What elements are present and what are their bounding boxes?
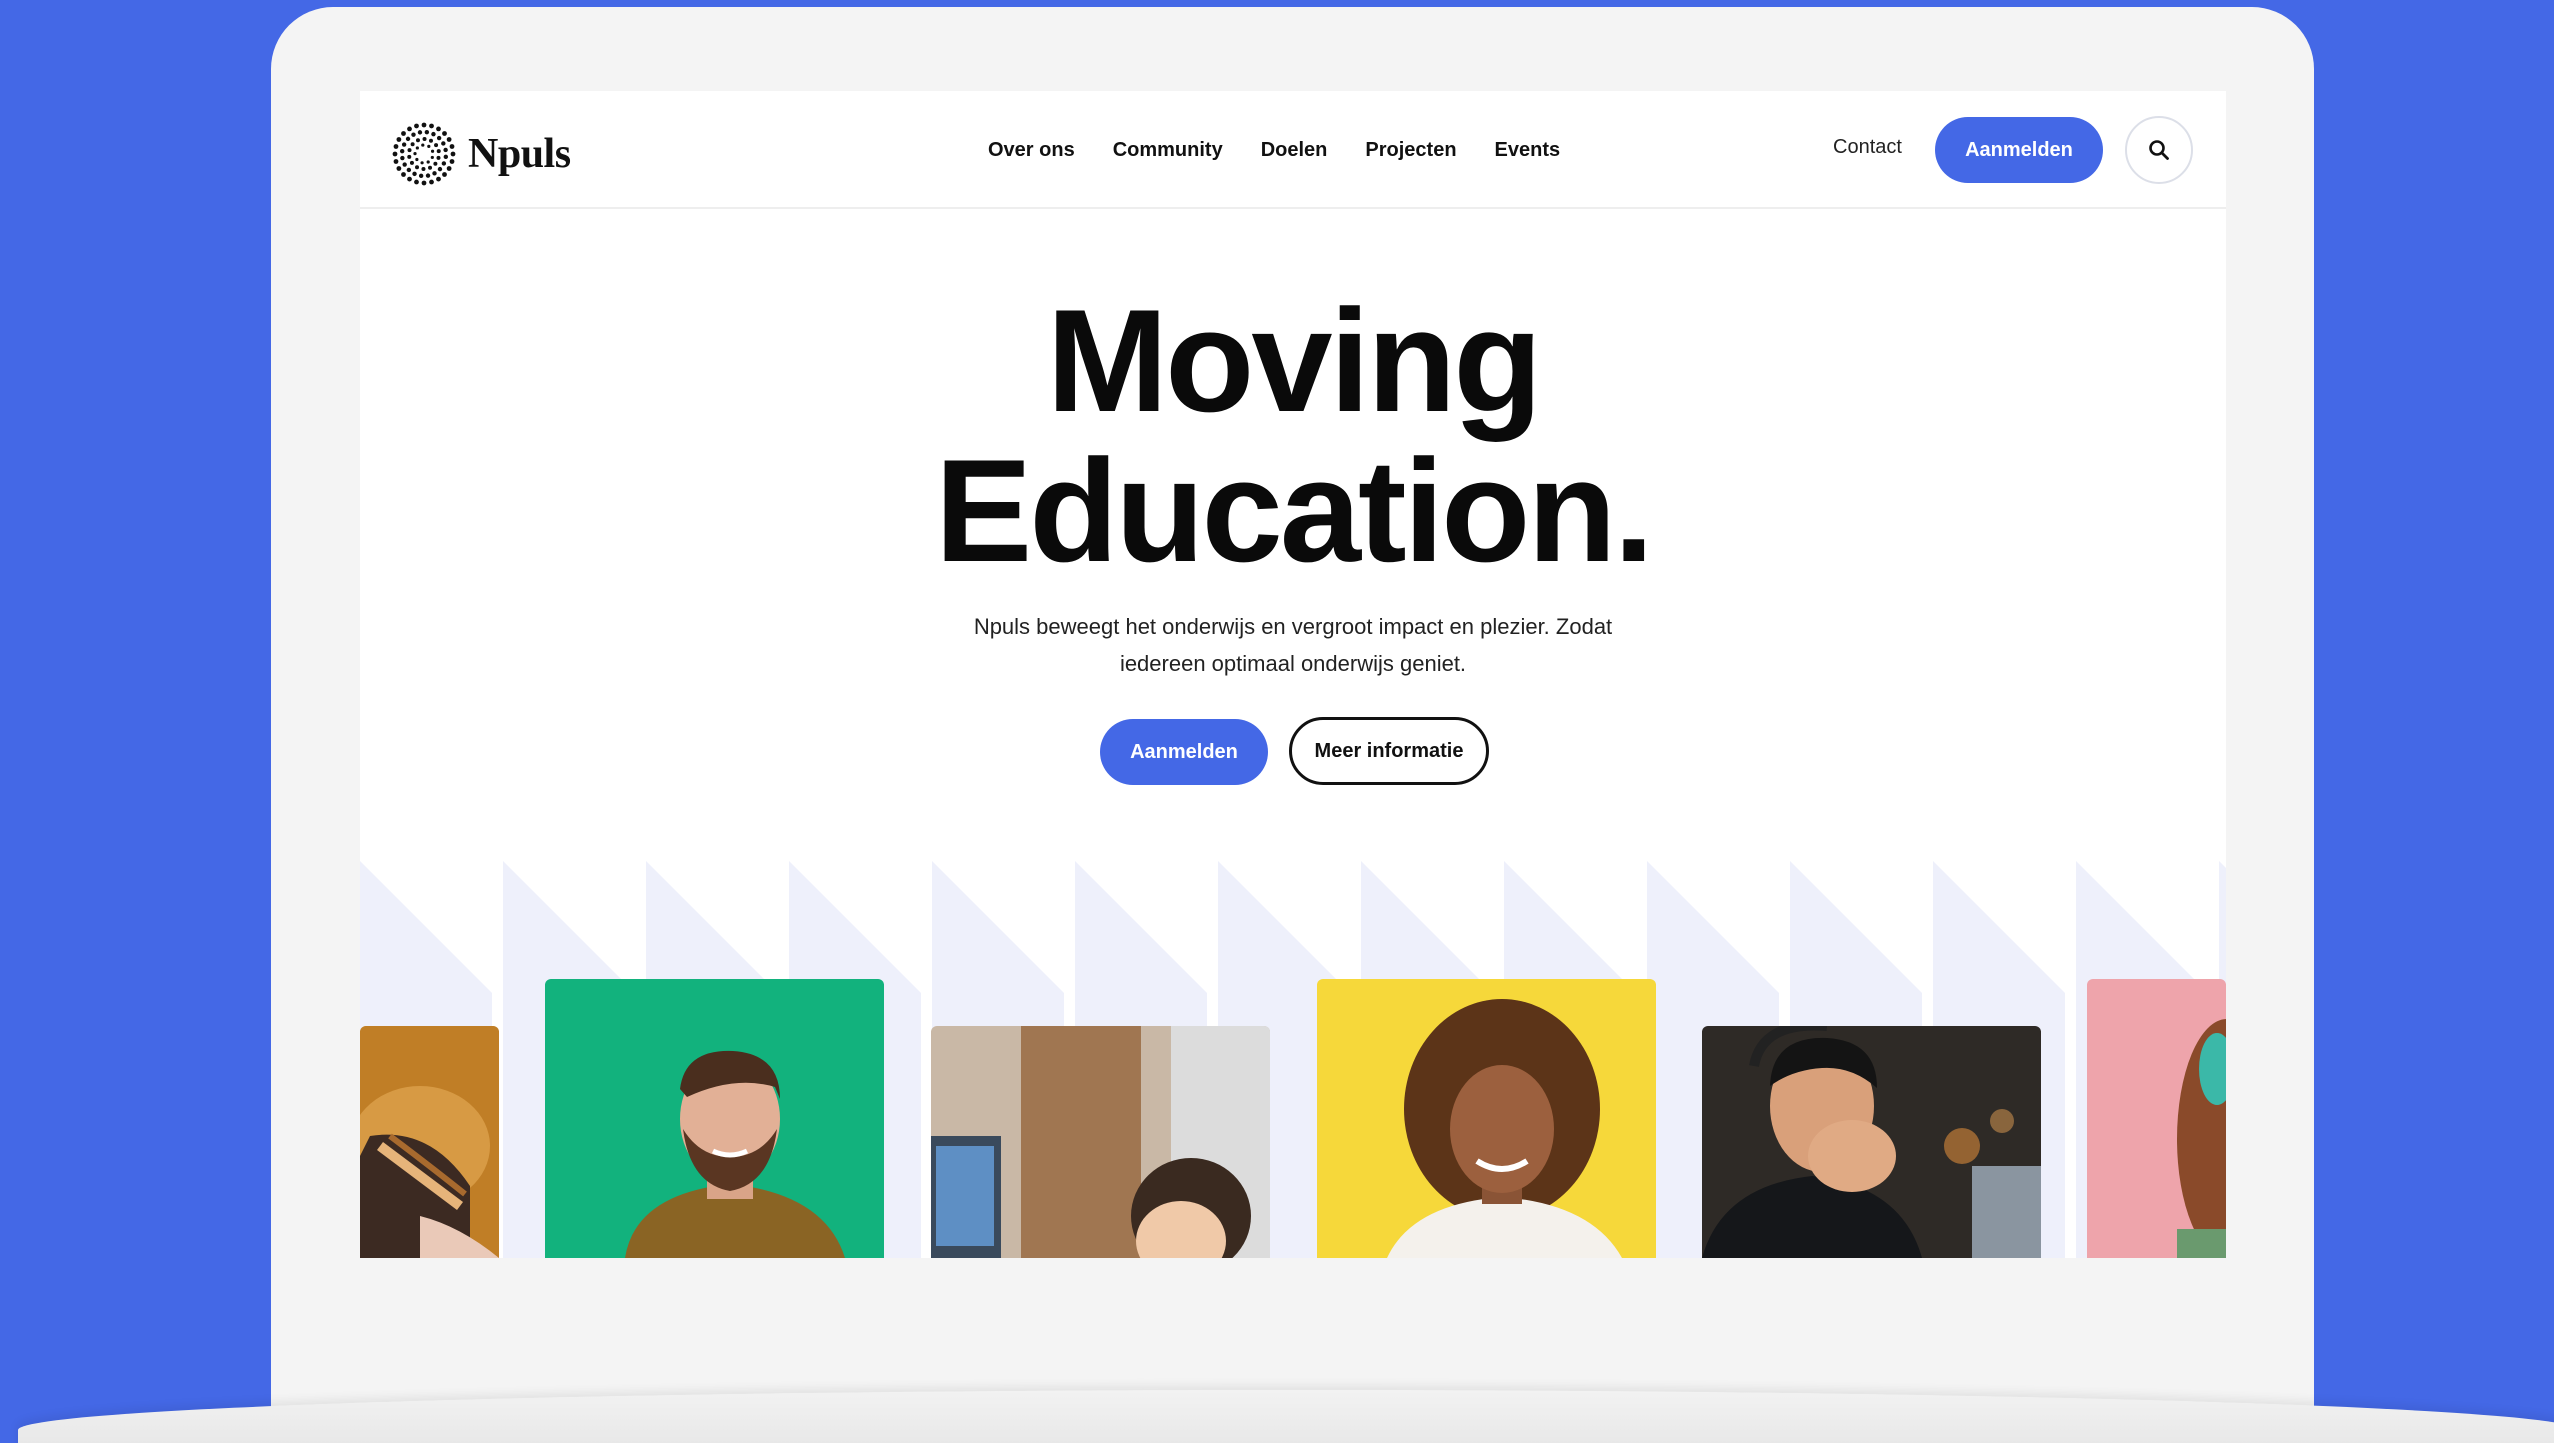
- photo-card-curly-woman: [1317, 979, 1656, 1258]
- hero-subtitle: Npuls beweegt het onderwijs en vergroot …: [943, 608, 1643, 682]
- nav-item-events[interactable]: Events: [1495, 139, 1561, 162]
- nav-item-over-ons[interactable]: Over ons: [988, 139, 1075, 162]
- header-signup-button[interactable]: Aanmelden: [1935, 117, 2103, 183]
- hero-signup-button[interactable]: Aanmelden: [1100, 719, 1268, 785]
- photo-card-boy-laptop: [931, 1026, 1270, 1258]
- hero-title-line-2: Education.: [934, 429, 1654, 592]
- nav-item-community[interactable]: Community: [1113, 139, 1223, 162]
- hero-title: Moving Education.: [360, 286, 2226, 586]
- photo-card-hands: [360, 1026, 499, 1258]
- photo-card-man-headphones: [1702, 1026, 2041, 1258]
- nav-item-projecten[interactable]: Projecten: [1365, 139, 1456, 162]
- brand-logo[interactable]: Npuls: [392, 122, 571, 186]
- contact-link[interactable]: Contact: [1833, 136, 1902, 159]
- hero-subtitle-line-2: iedereen optimaal onderwijs geniet.: [1119, 651, 1467, 676]
- search-icon: [2149, 140, 2169, 160]
- brand-name: Npuls: [468, 131, 571, 177]
- photo-card-bearded-man: [545, 979, 884, 1258]
- nav-item-doelen[interactable]: Doelen: [1261, 139, 1328, 162]
- site-header: Npuls Over ons Community Doelen Projecte…: [360, 91, 2226, 209]
- more-info-button[interactable]: Meer informatie: [1289, 717, 1489, 785]
- website-screen: Npuls Over ons Community Doelen Projecte…: [360, 91, 2226, 1258]
- mockup-stage: Npuls Over ons Community Doelen Projecte…: [0, 0, 2554, 1443]
- photo-card-pink: [2087, 979, 2226, 1258]
- hero-title-line-1: Moving: [1046, 279, 1543, 442]
- sunburst-dots-icon: [392, 122, 456, 186]
- search-button[interactable]: [2125, 116, 2193, 184]
- main-navigation: Over ons Community Doelen Projecten Even…: [988, 91, 1560, 209]
- hero-subtitle-line-1: Npuls beweegt het onderwijs en vergroot …: [973, 614, 1613, 639]
